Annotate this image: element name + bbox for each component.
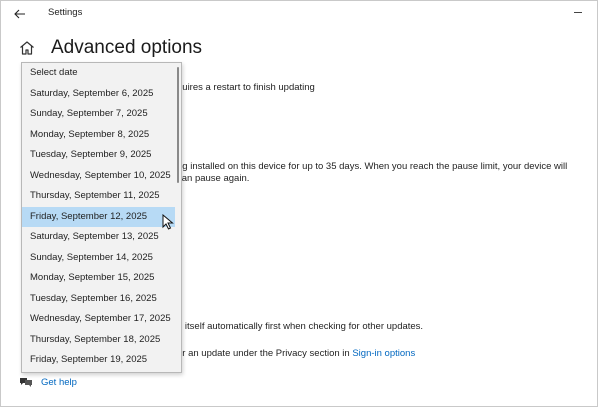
auto-update-text: e itself automatically first when checki… — [177, 321, 424, 332]
pause-description-line1: ng installed on this device for up to 35… — [177, 161, 568, 172]
restart-notice-text: quires a restart to finish updating — [177, 82, 315, 93]
dropdown-option[interactable]: Thursday, September 18, 2025 — [22, 330, 175, 351]
dropdown-option[interactable]: Wednesday, September 10, 2025 — [22, 166, 175, 187]
dropdown-list: Select date Saturday, September 6, 2025 Su… — [22, 63, 181, 371]
minimize-button[interactable] — [571, 5, 585, 19]
settings-window: Settings Advanced options quires a resta… — [0, 0, 598, 407]
page-title: Advanced options — [51, 37, 203, 58]
get-help-icon — [20, 378, 32, 387]
privacy-prefix: er an update under the Privacy section i… — [177, 348, 350, 359]
dropdown-option[interactable]: Tuesday, September 16, 2025 — [22, 289, 175, 310]
signin-options-link[interactable]: Sign-in options — [352, 348, 415, 359]
dropdown-scrollbar[interactable] — [177, 67, 179, 183]
dropdown-option[interactable]: Saturday, September 6, 2025 — [22, 84, 175, 105]
dropdown-option-placeholder[interactable]: Select date — [22, 63, 175, 84]
back-arrow-icon — [14, 9, 25, 19]
dropdown-option[interactable]: Thursday, September 11, 2025 — [22, 186, 175, 207]
dropdown-option[interactable]: Sunday, September 7, 2025 — [22, 104, 175, 125]
title-bar: Settings — [1, 1, 597, 27]
dropdown-option[interactable]: Friday, September 19, 2025 — [22, 350, 175, 371]
pause-description-line2: can pause again. — [177, 173, 250, 184]
get-help-row[interactable]: Get help — [19, 376, 77, 388]
dropdown-option[interactable]: Saturday, September 13, 2025 — [22, 227, 175, 248]
mouse-cursor-icon — [162, 214, 174, 230]
home-icon[interactable] — [18, 39, 36, 57]
dropdown-option[interactable]: Monday, September 15, 2025 — [22, 268, 175, 289]
pause-date-dropdown[interactable]: Select date Saturday, September 6, 2025 Su… — [21, 62, 182, 373]
window-title: Settings — [48, 7, 83, 18]
dropdown-option[interactable]: Tuesday, September 9, 2025 — [22, 145, 175, 166]
dropdown-option[interactable]: Monday, September 8, 2025 — [22, 125, 175, 146]
get-help-link[interactable]: Get help — [41, 377, 77, 388]
privacy-text: er an update under the Privacy section i… — [177, 348, 415, 359]
back-button[interactable] — [10, 5, 30, 23]
dropdown-option[interactable]: Sunday, September 14, 2025 — [22, 248, 175, 269]
dropdown-option[interactable]: Wednesday, September 17, 2025 — [22, 309, 175, 330]
dropdown-option[interactable]: Friday, September 12, 2025 — [22, 206, 175, 227]
